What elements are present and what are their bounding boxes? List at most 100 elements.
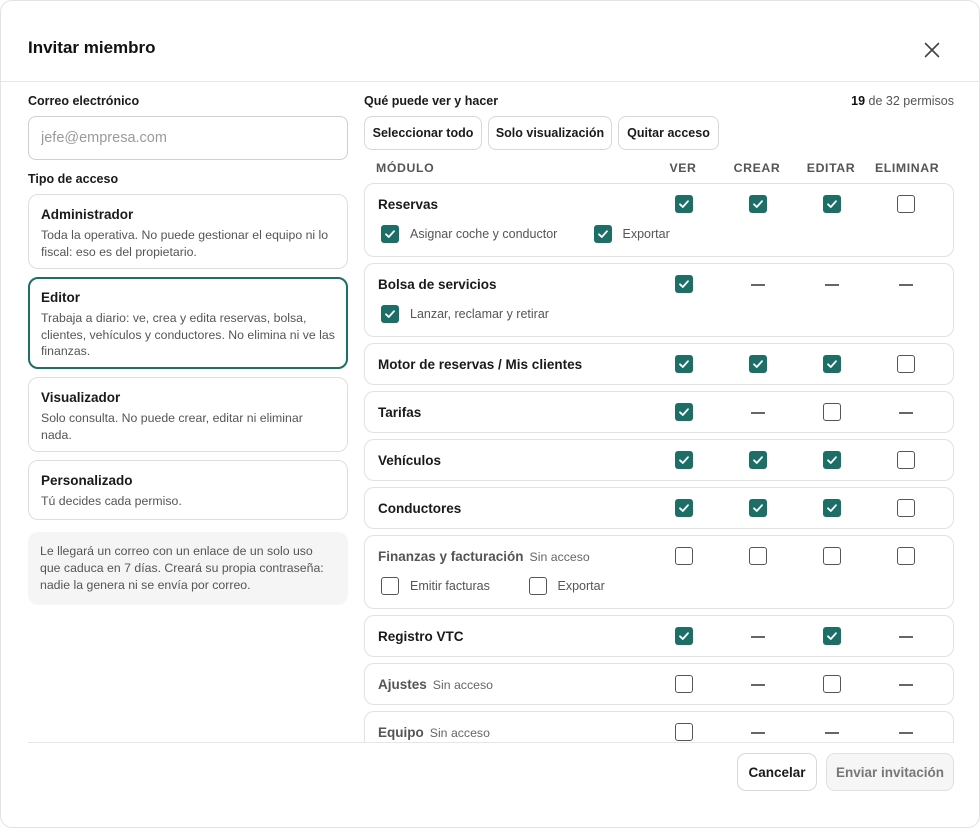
role-name: Editor [41,290,80,305]
edit-checkbox[interactable] [823,499,841,517]
sub-permission-label: Exportar [622,227,670,241]
edit-checkbox[interactable] [823,403,841,421]
check-icon [679,408,689,416]
invite-member-dialog: Invitar miembro Correo electrónico Tipo … [0,0,980,828]
send-invitation-button[interactable]: Enviar invitación [826,753,954,791]
sub-permission-checkbox[interactable] [528,577,547,595]
sub-permission-label: Emitir facturas [410,579,490,593]
permissions-title: Qué puede ver y hacer [364,94,499,108]
view-checkbox[interactable] [675,723,693,741]
check-icon [827,632,837,640]
view-checkbox[interactable] [675,627,693,645]
cancel-button[interactable]: Cancelar [737,753,817,791]
footer-divider [28,742,954,743]
create-checkbox[interactable] [749,499,767,517]
role-card-editor[interactable]: Editor Trabaja a diario: ve, crea y edit… [28,277,348,369]
role-card-visualizador[interactable]: Visualizador Solo consulta. No puede cre… [28,377,348,452]
delete-checkbox[interactable] [897,547,915,565]
edit-checkbox[interactable] [823,627,841,645]
role-name: Administrador [41,207,134,222]
module-name-text: Equipo [378,725,424,740]
sub-permission[interactable]: Exportar [593,225,670,243]
sub-permission[interactable]: Exportar [528,577,605,595]
check-icon [679,456,689,464]
delete-checkbox[interactable] [897,195,915,213]
not-applicable-dash [899,636,913,638]
permissions-count-selected: 19 [851,94,866,108]
role-card-administrador[interactable]: Administrador Toda la operativa. No pued… [28,194,348,269]
role-description: Solo consulta. No puede crear, editar ni… [41,411,303,442]
module-name-text: Conductores [378,501,462,516]
no-access-badge: Sin acceso [432,678,493,692]
select-all-button[interactable]: Seleccionar todo [364,116,482,150]
column-header-view: VER [669,161,697,175]
view-checkbox[interactable] [675,195,693,213]
no-access-badge: Sin acceso [529,550,590,564]
dialog-title: Invitar miembro [28,38,156,57]
check-icon [679,280,689,288]
edit-checkbox[interactable] [823,547,841,565]
module-row: Vehículos [364,439,954,481]
sub-permission-label: Asignar coche y conductor [410,227,558,241]
check-icon [827,200,837,208]
remove-access-button[interactable]: Quitar acceso [618,116,719,150]
edit-checkbox[interactable] [823,451,841,469]
delete-checkbox[interactable] [897,355,915,373]
sub-permission[interactable]: Lanzar, reclamar y retirar [381,305,549,323]
module-row: Finanzas y facturación Sin acceso Emitir f… [364,535,954,609]
email-input[interactable] [28,116,348,160]
no-access-badge: Sin acceso [429,726,490,740]
check-icon [385,230,395,238]
create-checkbox[interactable] [749,451,767,469]
sub-permission-checkbox[interactable] [593,225,612,243]
module-name-text: Reservas [378,197,439,212]
sub-permission[interactable]: Asignar coche y conductor [381,225,557,243]
create-checkbox[interactable] [749,195,767,213]
edit-checkbox[interactable] [823,675,841,693]
view-checkbox[interactable] [675,403,693,421]
check-icon [753,200,763,208]
sub-permission-label: Exportar [557,579,605,593]
sub-permission-checkbox[interactable] [381,577,399,595]
sub-permission-checkbox[interactable] [381,305,399,323]
role-card-personalizado[interactable]: Personalizado Tú decides cada permiso. [28,460,348,520]
view-checkbox[interactable] [675,547,693,565]
create-checkbox[interactable] [749,355,767,373]
module-name: Conductores [378,501,461,516]
view-checkbox[interactable] [675,675,693,693]
modules-list[interactable]: Reservas Asignar coche y conductor Exporta… [364,181,958,742]
view-checkbox[interactable] [675,499,693,517]
view-checkbox[interactable] [675,275,693,293]
check-icon [827,504,837,512]
create-checkbox[interactable] [749,547,767,565]
close-button[interactable] [919,37,945,63]
not-applicable-dash [899,412,913,414]
module-name-text: Motor de reservas / Mis clientes [378,357,583,372]
delete-checkbox[interactable] [897,451,915,469]
module-row: Reservas Asignar coche y conductor Exporta… [364,183,954,257]
view-only-button[interactable]: Solo visualización [488,116,612,150]
check-icon [679,360,689,368]
not-applicable-dash [825,732,839,734]
sub-permission-checkbox[interactable] [381,225,399,243]
module-name-text: Tarifas [378,405,422,420]
check-icon [679,504,689,512]
edit-checkbox[interactable] [823,195,841,213]
column-header-create: CREAR [733,161,781,175]
module-row: Motor de reservas / Mis clientes [364,343,954,385]
column-header-edit: EDITAR [806,161,856,175]
module-row: Bolsa de servicios Lanzar, reclamar y ret… [364,263,954,337]
close-icon [924,42,940,58]
check-icon [827,360,837,368]
module-name-text: Finanzas y facturación [378,549,524,564]
view-checkbox[interactable] [675,355,693,373]
module-name: Tarifas [378,405,421,420]
sub-permission[interactable]: Emitir facturas [381,577,490,595]
edit-checkbox[interactable] [823,355,841,373]
module-name-text: Bolsa de servicios [378,277,497,292]
not-applicable-dash [899,284,913,286]
view-checkbox[interactable] [675,451,693,469]
module-name: Vehículos [378,453,441,468]
not-applicable-dash [825,284,839,286]
delete-checkbox[interactable] [897,499,915,517]
